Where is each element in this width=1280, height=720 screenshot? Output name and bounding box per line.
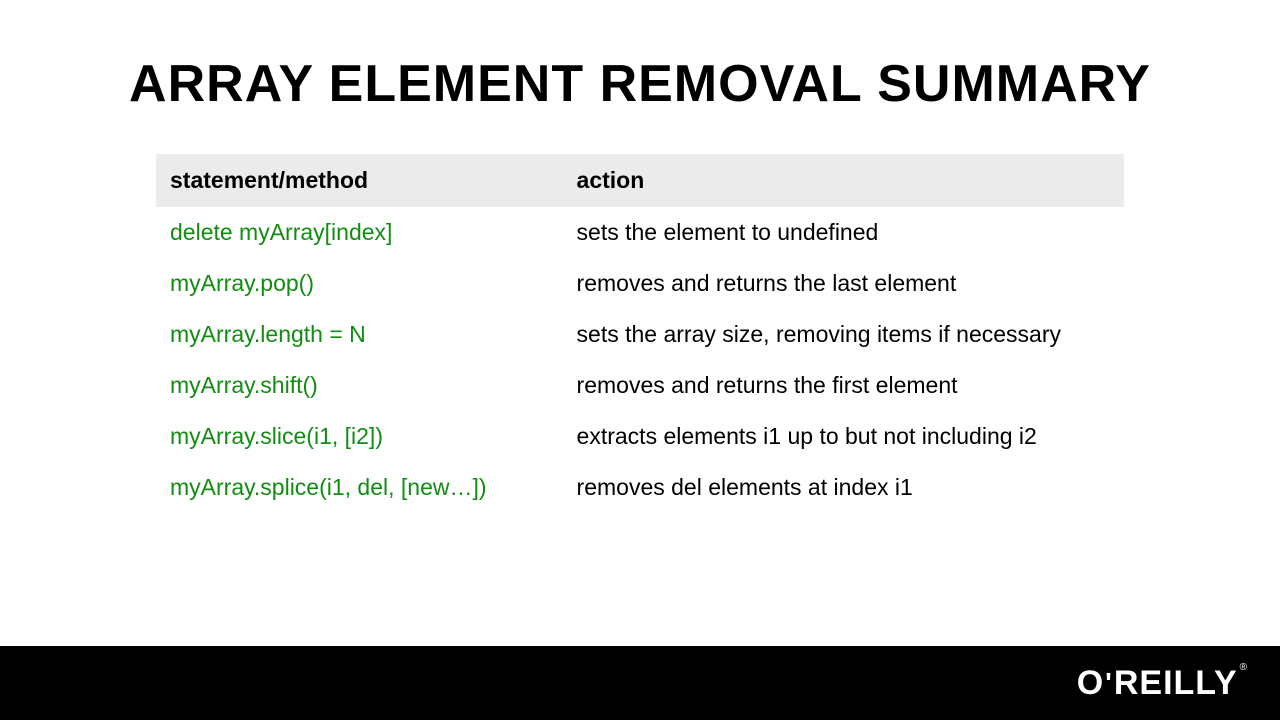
table-row: myArray.shift() removes and returns the … (156, 360, 1124, 411)
header-statement-method: statement/method (156, 154, 563, 207)
table-header-row: statement/method action (156, 154, 1124, 207)
table-row: delete myArray[index] sets the element t… (156, 207, 1124, 258)
action-cell: removes and returns the first element (563, 360, 1124, 411)
footer-bar: O'REILLY® (0, 646, 1280, 720)
table-row: myArray.slice(i1, [i2]) extracts element… (156, 411, 1124, 462)
action-cell: sets the element to undefined (563, 207, 1124, 258)
method-cell: myArray.pop() (156, 258, 563, 309)
table-row: myArray.length = N sets the array size, … (156, 309, 1124, 360)
table-container: statement/method action delete myArray[i… (156, 154, 1124, 513)
table-row: myArray.splice(i1, del, [new…]) removes … (156, 462, 1124, 513)
action-cell: sets the array size, removing items if n… (563, 309, 1124, 360)
table-row: myArray.pop() removes and returns the la… (156, 258, 1124, 309)
action-cell: extracts elements i1 up to but not inclu… (563, 411, 1124, 462)
method-cell: myArray.slice(i1, [i2]) (156, 411, 563, 462)
method-cell: myArray.length = N (156, 309, 563, 360)
summary-table: statement/method action delete myArray[i… (156, 154, 1124, 513)
slide-container: ARRAY ELEMENT REMOVAL SUMMARY statement/… (0, 0, 1280, 720)
slide-title: ARRAY ELEMENT REMOVAL SUMMARY (0, 0, 1280, 154)
oreilly-logo: O'REILLY® (1077, 664, 1248, 703)
header-action: action (563, 154, 1124, 207)
action-cell: removes and returns the last element (563, 258, 1124, 309)
method-cell: myArray.shift() (156, 360, 563, 411)
action-cell: removes del elements at index i1 (563, 462, 1124, 513)
method-cell: myArray.splice(i1, del, [new…]) (156, 462, 563, 513)
method-cell: delete myArray[index] (156, 207, 563, 258)
